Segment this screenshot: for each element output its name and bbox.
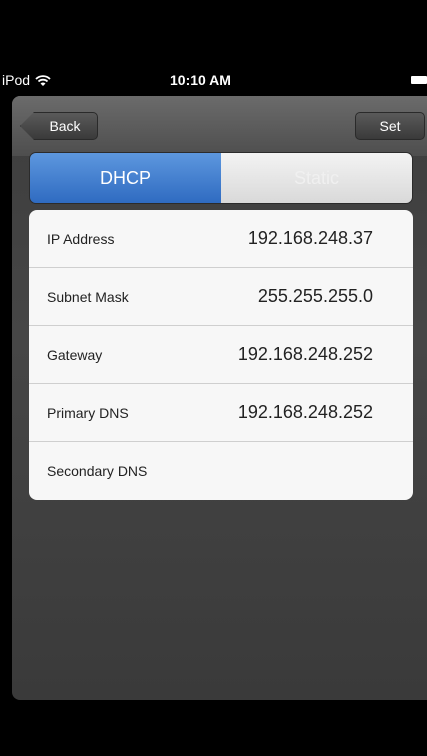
table-row-gateway[interactable]: Gateway 192.168.248.252 [29,326,413,384]
row-label: Gateway [47,346,103,363]
app-window: Back Set DHCP Static IP Address 192.168.… [12,96,427,700]
table-row-primary-dns[interactable]: Primary DNS 192.168.248.252 [29,384,413,442]
segment-static[interactable]: Static [221,153,412,203]
status-bar: iPod 10:10 AM [0,66,427,94]
row-label: IP Address [47,230,115,247]
back-button[interactable]: Back [20,112,98,140]
row-value: 255.255.255.0 [257,286,373,306]
status-time: 10:10 AM [170,72,231,88]
screen: iPod 10:10 AM Back Set DHCP Static IP Ad… [0,0,427,756]
network-settings-table: IP Address 192.168.248.37 Subnet Mask 25… [29,210,413,500]
mode-segmented-control: DHCP Static [29,152,413,204]
row-label: Secondary DNS [47,463,148,479]
row-value: 192.168.248.252 [237,402,373,422]
row-label: Subnet Mask [47,288,129,305]
row-value: 192.168.248.252 [237,344,373,364]
carrier-label: iPod [2,72,31,88]
table-row-subnet-mask[interactable]: Subnet Mask 255.255.255.0 [29,268,413,326]
table-row-secondary-dns[interactable]: Secondary DNS [29,442,413,500]
wifi-icon [35,74,51,86]
table-row-ip-address[interactable]: IP Address 192.168.248.37 [29,210,413,268]
row-value: 192.168.248.37 [247,228,373,248]
row-label: Primary DNS [47,404,129,421]
battery-icon [411,76,427,84]
segment-dhcp[interactable]: DHCP [30,153,221,203]
navigation-bar: Back Set [12,96,427,156]
carrier-indicator: iPod [2,72,51,88]
set-button[interactable]: Set [355,112,425,140]
